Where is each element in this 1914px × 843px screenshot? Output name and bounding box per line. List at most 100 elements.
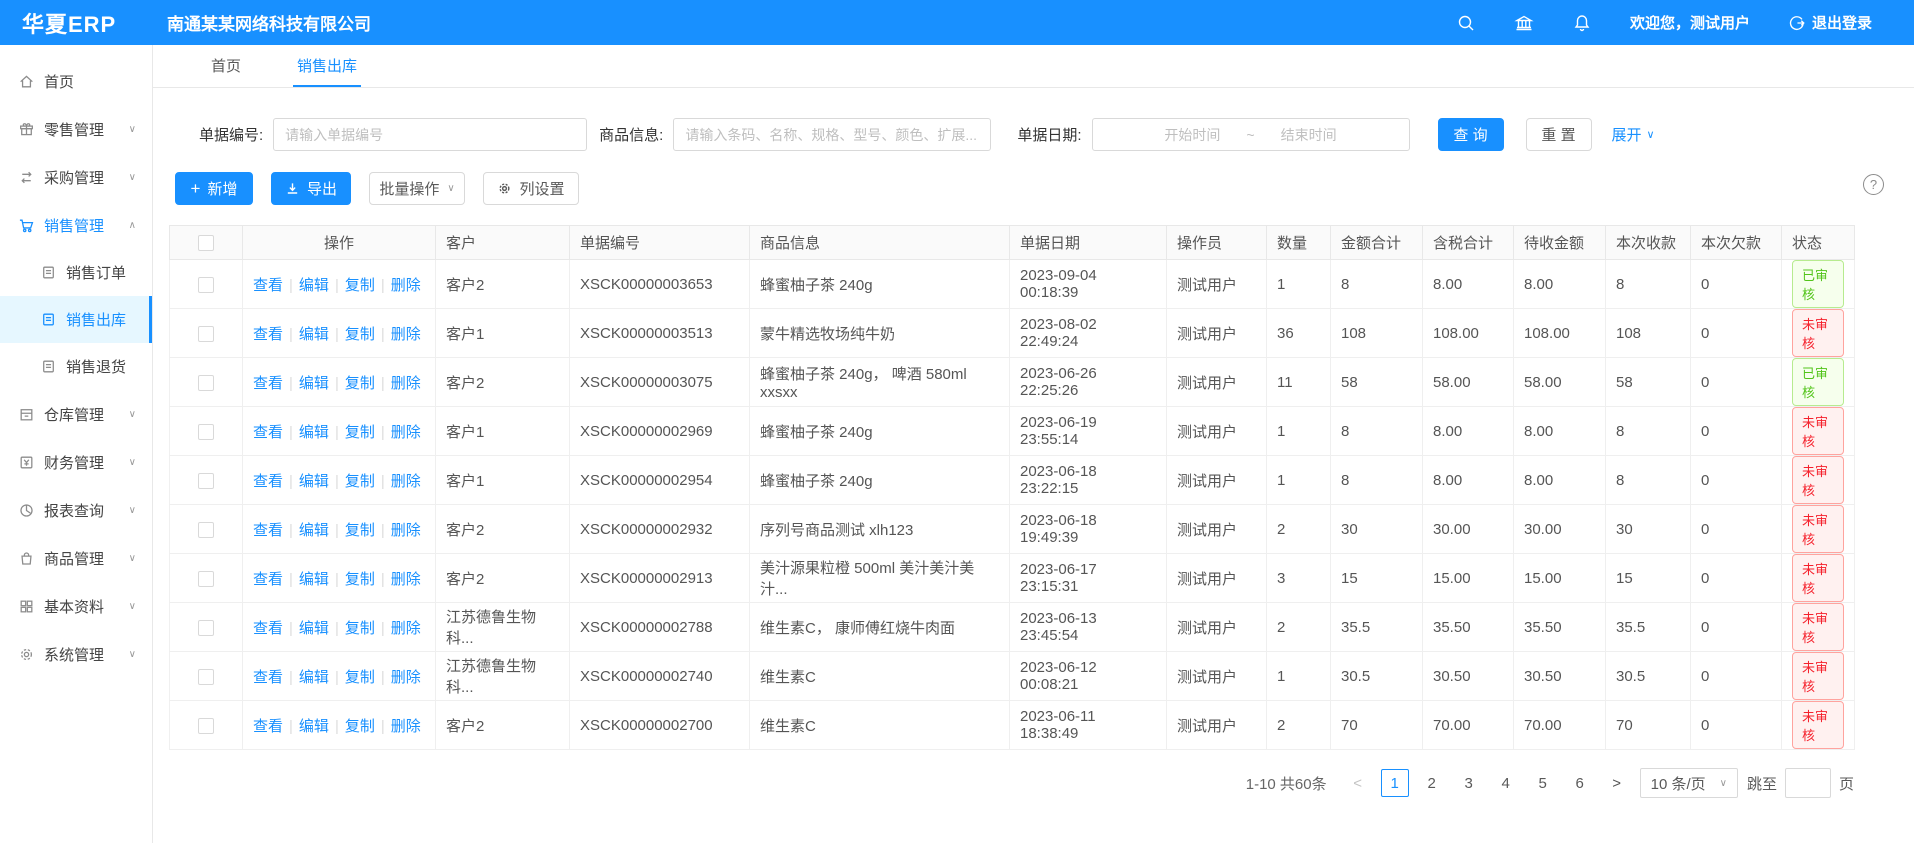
sidebar-item-basedata[interactable]: 基本资料 ∨ [0, 582, 152, 630]
view-link[interactable]: 查看 [253, 620, 283, 637]
page-size-select[interactable]: 10 条/页 ∨ [1640, 768, 1738, 798]
sidebar-item-sales-outbound[interactable]: 销售出库 [0, 296, 152, 343]
page-4[interactable]: 4 [1492, 769, 1520, 797]
export-button[interactable]: 导出 [271, 172, 351, 205]
delete-link[interactable]: 删除 [391, 571, 421, 588]
copy-link[interactable]: 复制 [345, 277, 375, 294]
copy-link[interactable]: 复制 [345, 718, 375, 735]
sidebar-item-goods[interactable]: 商品管理 ∨ [0, 534, 152, 582]
row-checkbox[interactable] [198, 522, 214, 538]
expand-filters-link[interactable]: 展开 ∨ [1612, 124, 1655, 145]
cell-qty: 2 [1267, 505, 1331, 554]
page-6[interactable]: 6 [1566, 769, 1594, 797]
bill-no-input[interactable] [273, 118, 587, 151]
edit-link[interactable]: 编辑 [299, 473, 329, 490]
view-link[interactable]: 查看 [253, 375, 283, 392]
pagination: 1-10 共60条 < 1 2 3 4 5 6 > 10 条/页 ∨ 跳至 页 [169, 768, 1854, 798]
cell-date: 2023-06-13 23:45:54 [1010, 603, 1167, 652]
view-link[interactable]: 查看 [253, 473, 283, 490]
batch-actions-button[interactable]: 批量操作 ∨ [369, 172, 465, 205]
copy-link[interactable]: 复制 [345, 473, 375, 490]
sidebar-item-sales-order[interactable]: 销售订单 [0, 249, 152, 296]
view-link[interactable]: 查看 [253, 571, 283, 588]
page-5[interactable]: 5 [1529, 769, 1557, 797]
date-range-input[interactable]: 开始时间 ~ 结束时间 [1092, 118, 1410, 151]
sidebar-item-purchase[interactable]: 采购管理 ∨ [0, 153, 152, 201]
row-checkbox[interactable] [198, 473, 214, 489]
sidebar-item-home[interactable]: 首页 [0, 57, 152, 105]
delete-link[interactable]: 删除 [391, 473, 421, 490]
row-checkbox[interactable] [198, 326, 214, 342]
delete-link[interactable]: 删除 [391, 277, 421, 294]
copy-link[interactable]: 复制 [345, 571, 375, 588]
edit-link[interactable]: 编辑 [299, 326, 329, 343]
view-link[interactable]: 查看 [253, 326, 283, 343]
sidebar-item-sales-return[interactable]: 销售退货 [0, 343, 152, 390]
sidebar-item-report[interactable]: 报表查询 ∨ [0, 486, 152, 534]
edit-link[interactable]: 编辑 [299, 277, 329, 294]
copy-link[interactable]: 复制 [345, 375, 375, 392]
row-checkbox[interactable] [198, 620, 214, 636]
delete-link[interactable]: 删除 [391, 375, 421, 392]
page-1[interactable]: 1 [1381, 769, 1409, 797]
delete-link[interactable]: 删除 [391, 326, 421, 343]
edit-link[interactable]: 编辑 [299, 424, 329, 441]
edit-link[interactable]: 编辑 [299, 718, 329, 735]
reset-button[interactable]: 重 置 [1526, 118, 1592, 151]
add-button[interactable]: + 新增 [175, 172, 253, 205]
copy-link[interactable]: 复制 [345, 669, 375, 686]
row-checkbox[interactable] [198, 277, 214, 293]
prev-page-button[interactable]: < [1344, 769, 1372, 797]
edit-link[interactable]: 编辑 [299, 375, 329, 392]
row-checkbox[interactable] [198, 718, 214, 734]
logout-button[interactable]: 退出登录 [1788, 12, 1872, 33]
sidebar-item-sales[interactable]: 销售管理 ∧ [0, 201, 152, 249]
product-info-input[interactable] [673, 118, 991, 151]
view-link[interactable]: 查看 [253, 669, 283, 686]
edit-link[interactable]: 编辑 [299, 571, 329, 588]
row-checkbox[interactable] [198, 375, 214, 391]
sidebar-item-finance[interactable]: 财务管理 ∨ [0, 438, 152, 486]
page-3[interactable]: 3 [1455, 769, 1483, 797]
cell-product: 蜂蜜柚子茶 240g [750, 456, 1010, 505]
sidebar-item-system[interactable]: 系统管理 ∨ [0, 630, 152, 678]
cell-product: 美汁源果粒橙 500ml 美汁美汁美汁... [750, 554, 1010, 603]
copy-link[interactable]: 复制 [345, 326, 375, 343]
view-link[interactable]: 查看 [253, 522, 283, 539]
delete-link[interactable]: 删除 [391, 522, 421, 539]
cell-customer: 客户2 [436, 358, 570, 407]
copy-link[interactable]: 复制 [345, 522, 375, 539]
tab-home[interactable]: 首页 [207, 45, 245, 87]
edit-link[interactable]: 编辑 [299, 620, 329, 637]
delete-link[interactable]: 删除 [391, 669, 421, 686]
status-badge: 未审核 [1792, 701, 1844, 749]
copy-link[interactable]: 复制 [345, 620, 375, 637]
view-link[interactable]: 查看 [253, 424, 283, 441]
delete-link[interactable]: 删除 [391, 620, 421, 637]
help-icon[interactable]: ? [1863, 174, 1884, 195]
page-2[interactable]: 2 [1418, 769, 1446, 797]
view-link[interactable]: 查看 [253, 277, 283, 294]
row-checkbox[interactable] [198, 571, 214, 587]
row-checkbox[interactable] [198, 669, 214, 685]
cell-date: 2023-08-02 22:49:24 [1010, 309, 1167, 358]
view-link[interactable]: 查看 [253, 718, 283, 735]
column-settings-button[interactable]: 列设置 [483, 172, 579, 205]
select-all-checkbox[interactable] [198, 235, 214, 251]
bank-icon[interactable] [1514, 13, 1534, 33]
copy-link[interactable]: 复制 [345, 424, 375, 441]
page-jump-input[interactable] [1785, 768, 1831, 798]
row-checkbox[interactable] [198, 424, 214, 440]
main-content: 首页 销售出库 单据编号: 商品信息: 单据日期: 开始时间 ~ 结束时间 查 … [153, 45, 1914, 843]
next-page-button[interactable]: > [1603, 769, 1631, 797]
search-icon[interactable] [1456, 13, 1476, 33]
sidebar-item-warehouse[interactable]: 仓库管理 ∨ [0, 390, 152, 438]
tab-sales-outbound[interactable]: 销售出库 [293, 45, 361, 87]
sidebar-item-retail[interactable]: 零售管理 ∨ [0, 105, 152, 153]
search-button[interactable]: 查 询 [1438, 118, 1504, 151]
edit-link[interactable]: 编辑 [299, 522, 329, 539]
bell-icon[interactable] [1572, 13, 1592, 33]
delete-link[interactable]: 删除 [391, 718, 421, 735]
delete-link[interactable]: 删除 [391, 424, 421, 441]
edit-link[interactable]: 编辑 [299, 669, 329, 686]
